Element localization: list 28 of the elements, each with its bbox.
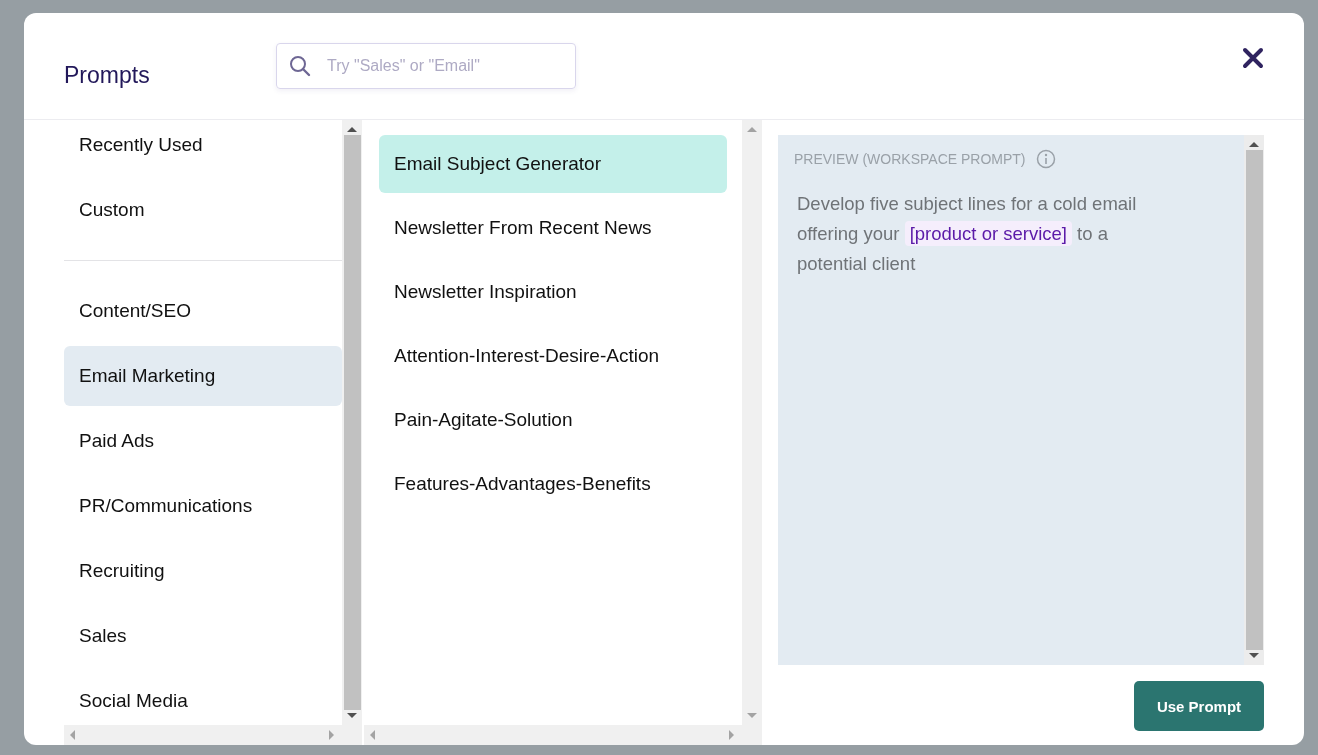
category-item[interactable]: Paid Ads (64, 411, 342, 471)
category-item[interactable]: Social Media (64, 671, 342, 725)
scrollbar[interactable] (742, 120, 762, 725)
category-item[interactable]: Custom (64, 180, 342, 240)
category-item[interactable]: Recently Used (64, 120, 342, 175)
scrollbar[interactable] (342, 120, 362, 725)
horizontal-scrollbar[interactable] (64, 725, 362, 745)
dialog-title: Prompts (64, 61, 151, 89)
prompt-item[interactable]: Features-Advantages-Benefits (379, 455, 727, 513)
preview-heading: PREVIEW (WORKSPACE PROMPT) (794, 151, 1026, 167)
category-item[interactable]: PR/Communications (64, 476, 342, 536)
scrollbar[interactable] (1244, 135, 1264, 665)
prompt-item[interactable]: Newsletter Inspiration (379, 263, 727, 321)
info-icon[interactable] (1035, 149, 1056, 169)
prompt-item[interactable]: Newsletter From Recent News (379, 199, 727, 257)
close-icon[interactable] (1242, 47, 1264, 69)
category-item[interactable]: Content/SEO (64, 281, 342, 341)
horizontal-scrollbar[interactable] (364, 725, 762, 745)
category-item[interactable]: Sales (64, 606, 342, 666)
search-icon (289, 55, 311, 77)
prompt-text: Develop five subject lines for a cold email offering your [product or service] to a potential client (797, 192, 1138, 276)
prompt-item[interactable]: Attention-Interest-Desire-Action (379, 327, 727, 385)
use-prompt-button[interactable]: Use Prompt (1134, 681, 1264, 731)
prompt-item[interactable]: Pain-Agitate-Solution (379, 391, 727, 449)
prompt-item[interactable]: Email Subject Generator (379, 135, 727, 193)
search-field[interactable]: Try "Sales" or "Email" (276, 43, 576, 89)
category-item[interactable]: Recruiting (64, 541, 342, 601)
category-item[interactable]: Email Marketing (64, 346, 342, 406)
